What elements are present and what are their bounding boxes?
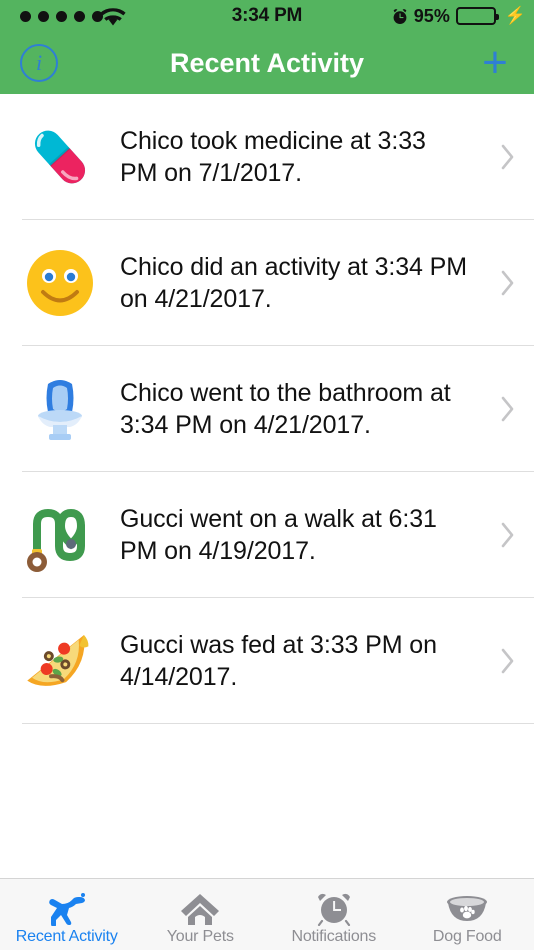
- tab-label: Your Pets: [166, 927, 234, 945]
- alarm-clock-icon: [393, 8, 407, 24]
- chevron-right-icon: [482, 521, 534, 549]
- alarm-clock-icon: [314, 888, 354, 926]
- list-item-text: Chico did an activity at 3:34 PM on 4/21…: [120, 252, 467, 313]
- list-item-text: Gucci went on a walk at 6:31 PM on 4/19/…: [120, 504, 437, 565]
- tab-label: Recent Activity: [15, 927, 118, 945]
- list-item[interactable]: Gucci was fed at 3:33 PM on 4/14/2017.: [0, 598, 534, 723]
- phone-screen: 3:34 PM 95% ⚡ i Recent Activity + Chico …: [0, 0, 534, 950]
- list-item[interactable]: Gucci went on a walk at 6:31 PM on 4/19/…: [0, 472, 534, 597]
- status-bar: 3:34 PM 95% ⚡: [0, 0, 534, 32]
- chevron-right-icon: [482, 143, 534, 171]
- chevron-right-icon: [482, 269, 534, 297]
- toilet-emoji: [0, 370, 120, 448]
- chevron-right-icon: [482, 647, 534, 675]
- pizza-slice-emoji: [0, 622, 120, 700]
- list-item-text: Gucci was fed at 3:33 PM on 4/14/2017.: [120, 630, 437, 691]
- list-item[interactable]: Chico went to the bathroom at 3:34 PM on…: [0, 346, 534, 471]
- pill-emoji: [0, 118, 120, 196]
- activity-list[interactable]: Chico took medicine at 3:33 PM on 7/1/20…: [0, 94, 534, 878]
- status-bar-right: 95% ⚡: [392, 0, 526, 32]
- tab-your-pets[interactable]: Your Pets: [134, 879, 268, 950]
- tab-recent-activity[interactable]: Recent Activity: [0, 879, 134, 950]
- tab-notifications[interactable]: Notifications: [267, 879, 401, 950]
- list-item[interactable]: Chico did an activity at 3:34 PM on 4/21…: [0, 220, 534, 345]
- tab-bar: Recent Activity Your Pets Notifications …: [0, 878, 534, 950]
- leash-emoji: [0, 496, 120, 574]
- battery-percent-label: 95%: [413, 5, 450, 26]
- lightning-bolt-icon: ⚡: [504, 6, 526, 25]
- page-title: Recent Activity: [169, 47, 365, 78]
- list-item-text: Chico took medicine at 3:33 PM on 7/1/20…: [120, 126, 426, 187]
- list-item-text: Chico went to the bathroom at 3:34 PM on…: [120, 378, 451, 439]
- smiley-face-emoji: [0, 244, 120, 322]
- tab-label: Dog Food: [432, 927, 502, 945]
- dog-house-icon: [180, 888, 220, 926]
- battery-icon: [455, 7, 499, 25]
- list-item[interactable]: Chico took medicine at 3:33 PM on 7/1/20…: [0, 94, 534, 219]
- chevron-right-icon: [482, 395, 534, 423]
- plus-icon[interactable]: +: [474, 40, 516, 84]
- dog-food-bowl-icon: [445, 888, 489, 926]
- navigation-bar: i Recent Activity +: [0, 32, 534, 94]
- tab-label: Notifications: [291, 927, 377, 945]
- running-dog-icon: [47, 888, 87, 926]
- list-separator: [22, 723, 534, 724]
- tab-dog-food[interactable]: Dog Food: [401, 879, 534, 950]
